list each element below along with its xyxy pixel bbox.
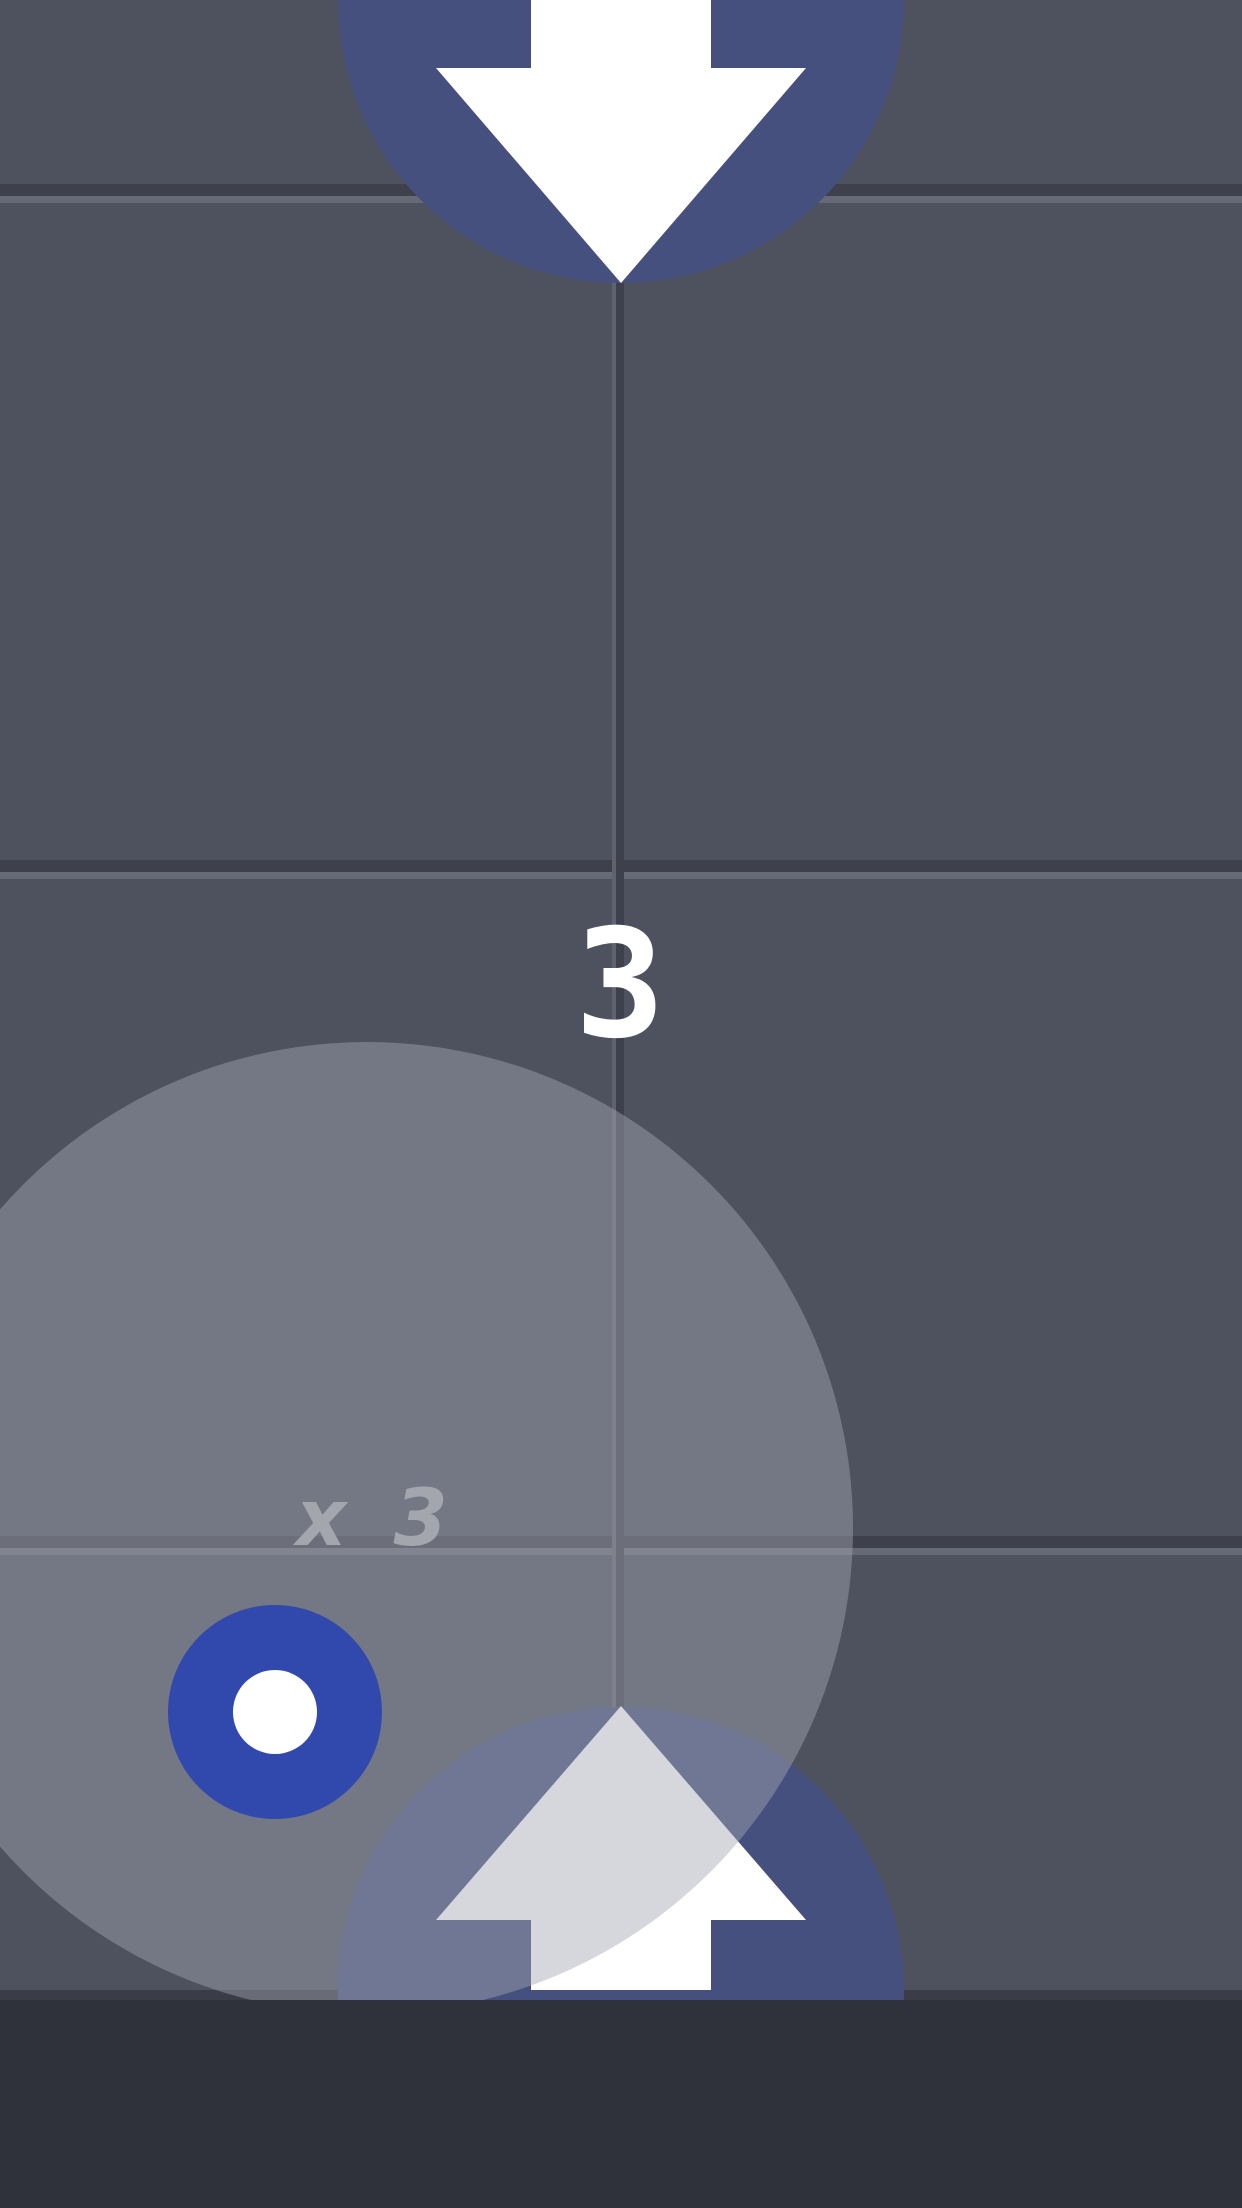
ring-target-icon[interactable] — [168, 1605, 382, 1819]
game-board: 3 x 3 — [0, 0, 1242, 2000]
countdown-number: 3 — [574, 898, 666, 1072]
arrow-down-icon[interactable] — [338, 0, 904, 283]
multiplier-label: x 3 — [296, 1474, 458, 1564]
bottom-bar — [0, 2000, 1242, 2208]
